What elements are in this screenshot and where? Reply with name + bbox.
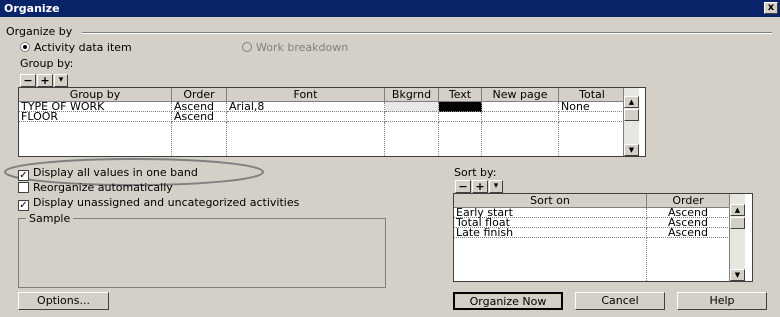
sample-label: Sample (26, 212, 74, 225)
scroll-down-icon[interactable]: ▼ (730, 269, 745, 281)
options-button[interactable]: Options... (18, 292, 109, 310)
group-by-grid[interactable]: Group by Order Font Bkgrnd Text New page… (18, 87, 646, 157)
table-row[interactable]: TYPE OF WORK Ascend Arial,8 None (19, 101, 626, 112)
minus-icon: − (23, 74, 33, 87)
col-text[interactable]: Text (438, 88, 482, 102)
cell-new-page[interactable] (481, 111, 559, 122)
organize-now-button[interactable]: Organize Now (453, 292, 563, 310)
group-by-header-row: Group by Order Font Bkgrnd Text New page… (19, 88, 626, 102)
group-add-button[interactable]: + (37, 74, 53, 87)
cell-total[interactable] (558, 111, 626, 122)
scroll-down-icon[interactable]: ▼ (624, 144, 639, 156)
title-bar: Organize x (0, 0, 780, 17)
cell-bkgrnd[interactable] (384, 111, 439, 122)
reorganize-label: Reorganize automatically (33, 181, 173, 194)
sample-group (18, 218, 386, 288)
unchecked-box-icon (18, 182, 29, 193)
check-icon: ✓ (18, 170, 29, 181)
help-button[interactable]: Help (677, 292, 767, 310)
radio-activity-data-item[interactable]: Activity data item (20, 41, 132, 54)
group-by-scrollbar[interactable]: ▲ ▼ (623, 88, 639, 156)
table-row[interactable]: Late finish Ascend (454, 227, 730, 238)
empty-row (454, 237, 730, 281)
window-title: Organize (4, 2, 60, 15)
plus-icon: + (40, 74, 50, 87)
cell-sort-order[interactable]: Ascend (646, 227, 730, 238)
radio-work-breakdown-label: Work breakdown (256, 41, 349, 54)
empty-row (19, 121, 626, 156)
minus-icon: − (458, 180, 468, 193)
display-all-values-checkbox[interactable]: ✓ Display all values in one band (18, 166, 198, 181)
table-row[interactable]: FLOOR Ascend (19, 111, 626, 122)
col-bkgrnd[interactable]: Bkgrnd (384, 88, 439, 102)
cancel-button[interactable]: Cancel (575, 292, 665, 310)
cell-font[interactable]: Arial,8 (226, 101, 385, 112)
sort-remove-button[interactable]: − (455, 180, 471, 193)
group-by-table: Group by Order Font Bkgrnd Text New page… (19, 88, 626, 156)
cell-bkgrnd[interactable] (384, 101, 439, 112)
organize-by-label: Organize by (6, 25, 73, 38)
group-remove-button[interactable]: − (20, 74, 36, 87)
group-dropdown-button[interactable]: ▾ (54, 74, 68, 87)
scroll-thumb[interactable] (730, 217, 745, 229)
organize-by-separator (82, 32, 772, 34)
reorganize-automatically-checkbox[interactable]: Reorganize automatically (18, 181, 173, 194)
cell-sort-on[interactable]: Late finish (454, 227, 647, 238)
check-icon: ✓ (18, 200, 29, 211)
close-button[interactable]: x (764, 2, 778, 14)
cell-total[interactable]: None (558, 101, 626, 112)
radio-activity-label: Activity data item (34, 41, 132, 54)
sort-by-grid[interactable]: Sort on Order Early start Ascend Total f… (453, 193, 753, 282)
group-by-label: Group by: (20, 57, 74, 70)
sort-by-label: Sort by: (454, 166, 497, 179)
sort-add-button[interactable]: + (472, 180, 488, 193)
cell-group-by[interactable]: FLOOR (19, 111, 172, 122)
sort-dropdown-button[interactable]: ▾ (489, 180, 503, 193)
display-all-values-label: Display all values in one band (33, 166, 198, 179)
scroll-up-icon[interactable]: ▲ (730, 204, 745, 216)
cell-order[interactable]: Ascend (171, 111, 227, 122)
sort-by-table: Sort on Order Early start Ascend Total f… (454, 194, 730, 281)
plus-icon: + (475, 180, 485, 193)
sort-by-scrollbar[interactable]: ▲ ▼ (729, 194, 745, 281)
radio-selected-icon (20, 42, 30, 52)
display-unassigned-label: Display unassigned and uncategorized act… (33, 196, 300, 209)
col-new-page[interactable]: New page (481, 88, 559, 102)
cell-new-page[interactable] (481, 101, 559, 112)
close-icon: x (767, 2, 775, 13)
scroll-up-icon[interactable]: ▲ (624, 96, 639, 108)
radio-unselected-icon (242, 42, 252, 52)
chevron-down-icon: ▾ (493, 181, 499, 191)
display-unassigned-checkbox[interactable]: ✓ Display unassigned and uncategorized ac… (18, 196, 299, 211)
scroll-thumb[interactable] (624, 109, 639, 121)
cell-text-color-swatch[interactable] (438, 101, 482, 112)
cell-text[interactable] (438, 111, 482, 122)
radio-work-breakdown[interactable]: Work breakdown (242, 41, 348, 54)
chevron-down-icon: ▾ (58, 75, 64, 85)
cell-font[interactable] (226, 111, 385, 122)
